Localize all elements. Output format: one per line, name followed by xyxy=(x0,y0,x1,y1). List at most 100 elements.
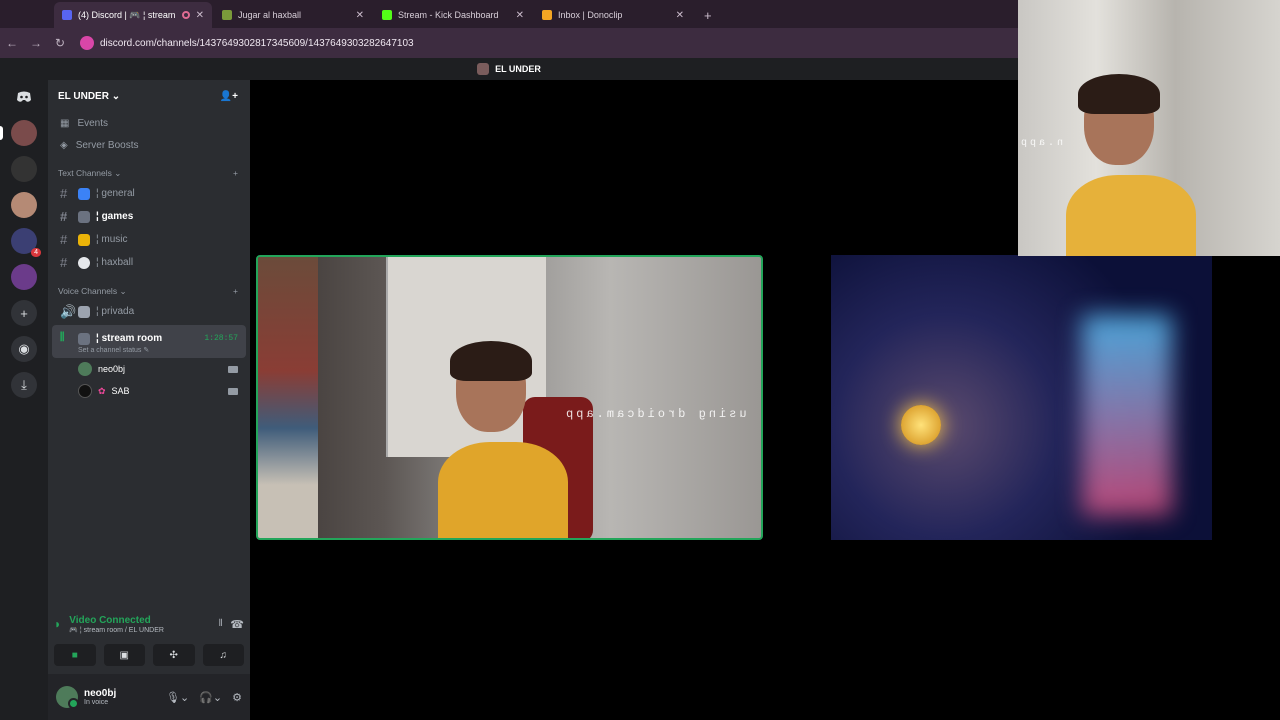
browser-tab-bar: (4) Discord | 🎮 ¦ stream ✕ Jugar al haxb… xyxy=(0,0,1018,28)
tab-donoclip[interactable]: Inbox | Donoclip ✕ xyxy=(534,2,692,28)
video-tile-screenshare[interactable] xyxy=(831,255,1212,540)
events-item[interactable]: ▦ Events xyxy=(48,112,250,134)
globe-emoji-icon xyxy=(78,187,90,200)
voice-user-name: neo0bj xyxy=(98,364,126,374)
server-boosts-item[interactable]: ◈ Server Boosts xyxy=(48,134,250,156)
activities-button[interactable]: ✣ xyxy=(153,644,195,666)
controller-emoji-icon xyxy=(78,210,90,223)
microphone-icon[interactable]: 🎙⌄ xyxy=(166,691,189,704)
screen-share-button[interactable]: ▣ xyxy=(103,644,145,666)
voice-channel-privada[interactable]: 🔊 ¦ privada xyxy=(48,300,250,323)
download-icon[interactable]: ⤓ xyxy=(11,372,37,398)
selected-indicator xyxy=(0,126,3,140)
server-el-under-icon[interactable] xyxy=(0,120,37,146)
server-skull-icon[interactable] xyxy=(11,156,37,182)
discord-home-icon[interactable] xyxy=(11,84,37,110)
notification-badge: 4 xyxy=(31,248,41,257)
screen-share-icon: ▣ xyxy=(119,649,129,661)
app-title: EL UNDER xyxy=(495,64,541,74)
channel-label: ¦ haxball xyxy=(96,257,134,268)
screen: (4) Discord | 🎮 ¦ stream ✕ Jugar al haxb… xyxy=(0,0,1280,720)
tab-kick[interactable]: Stream - Kick Dashboard ✕ xyxy=(374,2,532,28)
close-tab-icon[interactable]: ✕ xyxy=(676,10,684,21)
signal-icon[interactable]: ◗ xyxy=(54,617,61,631)
back-icon[interactable]: ← xyxy=(0,36,24,50)
user-panel: neo0bj In voice 🎙⌄ 🎧⌄ ⚙ xyxy=(48,674,250,720)
server-name: EL UNDER ⌄ xyxy=(58,90,121,102)
channel-sidebar: EL UNDER ⌄ 👤+ ▦ Events ◈ Server Boosts T… xyxy=(48,80,250,720)
channel-haxball[interactable]: # ¦ haxball xyxy=(48,251,250,274)
activities-icon: ✣ xyxy=(169,649,178,661)
voice-connected-panel: ◗ Video Connected 🎮 ¦ stream room / EL U… xyxy=(54,610,244,674)
soundboard-button[interactable]: ♫ xyxy=(202,644,244,666)
tab-discord[interactable]: (4) Discord | 🎮 ¦ stream ✕ xyxy=(54,2,212,28)
avatar[interactable] xyxy=(56,686,79,709)
soccer-ball-emoji-icon xyxy=(78,256,90,269)
hash-icon: # xyxy=(60,232,68,247)
noise-suppression-icon[interactable]: 𝍪 xyxy=(219,616,222,633)
url-field[interactable]: discord.com/channels/1437649302817345609… xyxy=(80,36,414,50)
voice-user-neo0bj[interactable]: neo0bj xyxy=(48,358,250,380)
channel-label: ¦ general xyxy=(96,188,135,199)
disconnect-icon[interactable]: ☎ xyxy=(230,618,244,631)
text-channels-category[interactable]: Text Channels ⌄ + xyxy=(48,164,250,182)
streamer-image xyxy=(1066,74,1246,256)
server-face-icon[interactable] xyxy=(11,192,37,218)
tab-haxball[interactable]: Jugar al haxball ✕ xyxy=(214,2,372,28)
active-voice-row[interactable]: 𝍪 ¦ stream room 1:28:57 xyxy=(52,327,246,350)
invite-people-icon[interactable]: 👤+ xyxy=(220,91,238,102)
avatar xyxy=(78,384,92,398)
new-tab-icon[interactable]: + xyxy=(694,8,722,28)
calendar-icon: ▦ xyxy=(60,117,70,129)
voice-location[interactable]: 🎮 ¦ stream room / EL UNDER xyxy=(69,626,164,634)
recording-icon xyxy=(181,11,190,19)
camera-button[interactable]: ■ xyxy=(54,644,96,666)
server-boosts-label: Server Boosts xyxy=(75,139,139,151)
server-header[interactable]: EL UNDER ⌄ 👤+ xyxy=(48,80,250,112)
url-text: discord.com/channels/1437649302817345609… xyxy=(100,37,414,49)
channel-games[interactable]: # ¦ games xyxy=(48,205,250,228)
server-game-icon[interactable] xyxy=(11,264,37,290)
coin-image xyxy=(901,405,941,445)
create-channel-icon[interactable]: + xyxy=(233,168,238,178)
audio-wave-icon: 𝍪 xyxy=(60,328,65,344)
voice-status-text[interactable]: Video Connected xyxy=(69,615,164,626)
tab-title: Jugar al haxball xyxy=(238,10,302,20)
category-label: Voice Channels ⌄ xyxy=(58,285,127,296)
forward-icon[interactable]: → xyxy=(24,36,48,50)
light-glow-image xyxy=(1082,315,1172,515)
site-info-icon[interactable] xyxy=(80,36,94,50)
flower-emoji-icon: ✿ xyxy=(98,385,106,396)
camera-icon xyxy=(228,365,238,373)
video-tile-webcam[interactable]: using droidcam.app xyxy=(256,255,763,540)
settings-gear-icon[interactable]: ⚙ xyxy=(232,691,242,704)
avatar xyxy=(78,362,92,376)
droidcam-watermark: n.app xyxy=(1018,138,1064,149)
headphones-icon[interactable]: 🎧⌄ xyxy=(199,691,222,704)
streamer-image xyxy=(438,341,618,538)
voice-user-sab[interactable]: ✿ SAB xyxy=(48,380,250,402)
close-tab-icon[interactable]: ✕ xyxy=(196,10,204,21)
call-timer: 1:28:57 xyxy=(204,334,238,343)
boost-icon: ◈ xyxy=(60,139,68,151)
droidcam-watermark: using droidcam.app xyxy=(563,407,747,421)
channel-general[interactable]: # ¦ general xyxy=(48,182,250,205)
tab-title: Inbox | Donoclip xyxy=(558,10,623,20)
add-server-icon[interactable]: + xyxy=(11,300,37,326)
server-avatar-icon xyxy=(477,63,490,75)
close-tab-icon[interactable]: ✕ xyxy=(516,10,524,21)
discover-icon[interactable]: ◉ xyxy=(11,336,37,362)
lock-emoji-icon xyxy=(78,305,90,318)
channel-music[interactable]: # ¦ music xyxy=(48,228,250,251)
reload-icon[interactable]: ↻ xyxy=(48,36,72,50)
channel-label: ¦ games xyxy=(96,211,134,222)
voice-channels-category[interactable]: Voice Channels ⌄ + xyxy=(48,282,250,300)
server-folder-icon[interactable]: 4 xyxy=(11,228,41,257)
tab-title: Stream - Kick Dashboard xyxy=(398,10,499,20)
hash-icon: # xyxy=(60,255,68,270)
voice-channel-stream-room[interactable]: 𝍪 ¦ stream room 1:28:57 Set a channel st… xyxy=(52,325,246,358)
create-channel-icon[interactable]: + xyxy=(233,286,238,296)
close-tab-icon[interactable]: ✕ xyxy=(356,10,364,21)
tab-title: (4) Discord | 🎮 ¦ stream xyxy=(78,9,176,20)
hash-icon: # xyxy=(60,186,68,201)
